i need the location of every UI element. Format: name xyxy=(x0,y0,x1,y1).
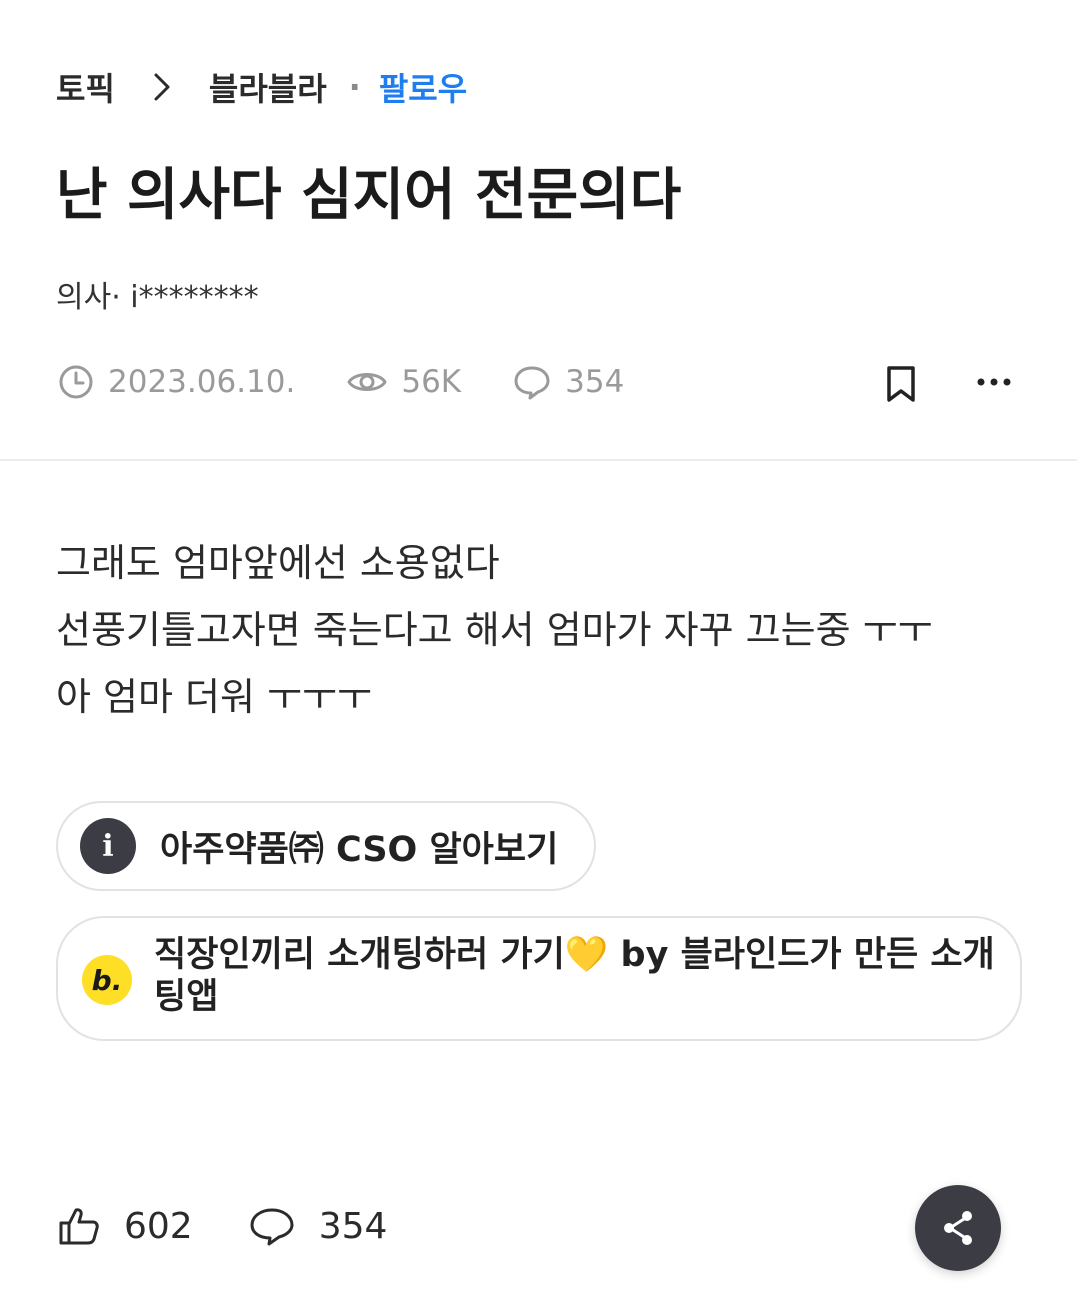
more-options-button[interactable] xyxy=(972,362,1016,402)
more-horizontal-icon xyxy=(977,378,1011,386)
post-body-line: 선풍기틀고자면 죽는다고 해서 엄마가 자꾸 끄는중 ㅜㅜ xyxy=(56,608,933,652)
post-views-text: 56K xyxy=(401,364,462,400)
ad-link-card[interactable]: i 아주약품㈜ CSO 알아보기 xyxy=(56,801,596,891)
post-actions: 602 354 xyxy=(58,1198,387,1254)
info-icon-glyph: i xyxy=(102,828,114,864)
post-meta: 2023.06.10. 56K 354 xyxy=(58,358,624,406)
post-body: 그래도 엄마앞에선 소용없다 선풍기틀고자면 죽는다고 해서 엄마가 자꾸 끄는… xyxy=(56,530,1036,731)
like-count: 602 xyxy=(124,1205,193,1247)
blind-dating-app-icon: b. xyxy=(82,955,132,1005)
comment-icon xyxy=(514,366,550,400)
like-button[interactable]: 602 xyxy=(58,1206,193,1247)
breadcrumb-board[interactable]: 블라블라 xyxy=(209,64,327,110)
dating-app-link-card[interactable]: b. 직장인끼리 소개팅하러 가기💛 by 블라인드가 만든 소개팅앱 xyxy=(56,916,1022,1041)
post-body-line: 아 엄마 더워 ㅜㅜㅜ xyxy=(56,675,372,719)
bookmark-icon xyxy=(887,366,915,402)
post-page: 토픽 블라블라 · 팔로우 난 의사다 심지어 전문의다 의사· i******… xyxy=(0,0,1077,1298)
blind-badge-glyph: b. xyxy=(91,963,123,997)
eye-icon xyxy=(347,373,387,391)
comment-icon xyxy=(250,1208,294,1246)
chevron-right-icon xyxy=(145,70,179,104)
share-icon xyxy=(944,1211,972,1245)
post-title: 난 의사다 심지어 전문의다 xyxy=(56,163,682,228)
post-date-text: 2023.06.10. xyxy=(108,364,296,400)
post-author[interactable]: 의사· i******** xyxy=(56,272,259,316)
ad-link-label: 아주약품㈜ CSO 알아보기 xyxy=(160,829,559,870)
post-comments-count: 354 xyxy=(513,364,624,400)
thumbs-up-icon xyxy=(59,1208,99,1245)
post-date: 2023.06.10. xyxy=(58,364,295,400)
comment-count: 354 xyxy=(318,1205,388,1247)
divider xyxy=(0,459,1077,461)
post-comments-text: 354 xyxy=(565,364,625,400)
follow-button[interactable]: 팔로우 xyxy=(379,64,467,110)
breadcrumb: 토픽 블라블라 · 팔로우 xyxy=(56,64,467,110)
breadcrumb-topic[interactable]: 토픽 xyxy=(56,64,115,110)
share-button[interactable] xyxy=(915,1185,1001,1271)
breadcrumb-separator: · xyxy=(348,68,361,106)
bookmark-button[interactable] xyxy=(880,362,922,406)
post-views: 56K xyxy=(347,364,461,400)
info-icon: i xyxy=(80,818,136,874)
comment-button[interactable]: 354 xyxy=(249,1205,388,1247)
post-body-line: 그래도 엄마앞에선 소용없다 xyxy=(56,541,500,585)
clock-icon xyxy=(59,365,93,399)
dating-app-link-label: 직장인끼리 소개팅하러 가기💛 by 블라인드가 만든 소개팅앱 xyxy=(154,935,995,1017)
